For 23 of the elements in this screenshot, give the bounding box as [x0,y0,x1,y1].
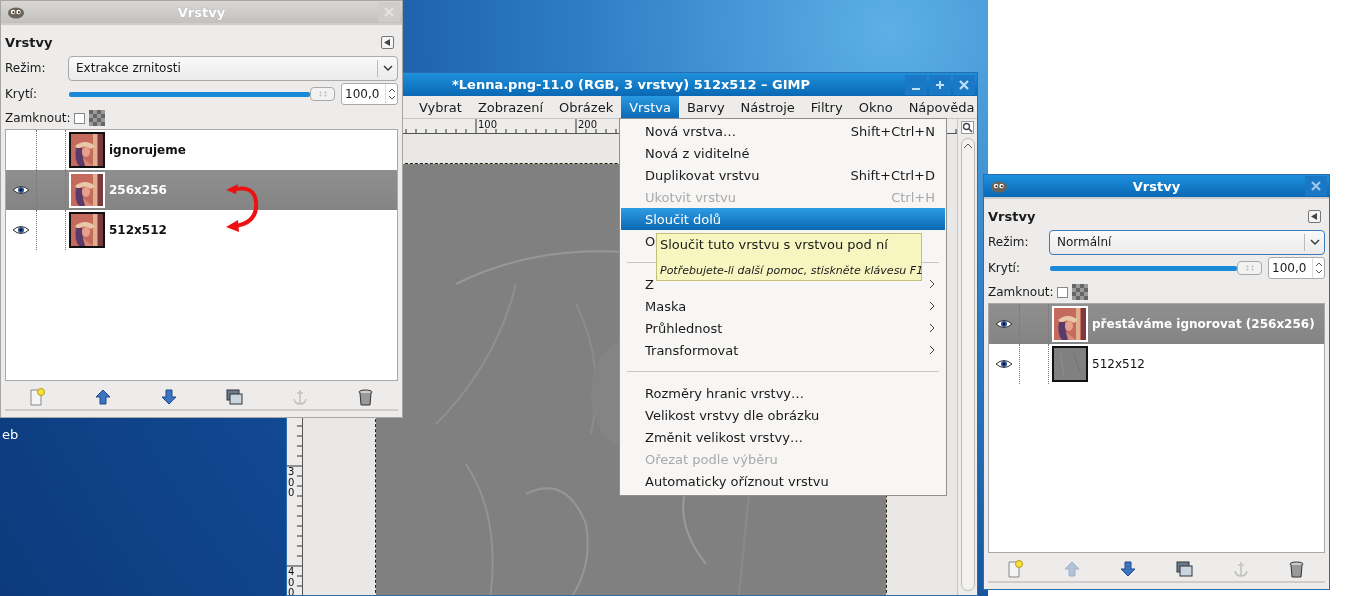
mode-label: Režim: [988,235,1030,249]
panel-title: Vrstvy [5,34,54,50]
lock-label: Zamknout: [988,285,1054,299]
tooltip-text: Sloučit tuto vrstvu s vrstvou pod ní [660,237,889,252]
layer-name: ignorujeme [109,143,186,157]
shortcut-text: Shift+Ctrl+N [850,123,935,139]
panel-title: Vrstvy [988,208,1037,224]
layer-name: přestáváme ignorovat (256x256) [1092,317,1315,331]
layer-name: 512x512 [109,223,167,237]
layer-name: 512x512 [1092,357,1145,371]
opacity-label: Krytí: [988,261,1021,275]
shortcut-text: Shift+Ctrl+D [850,167,935,183]
window-title: Vrstvy [1131,178,1182,194]
shortcut-text: Ctrl+H [891,189,935,205]
ruler-label: 300 [288,467,295,499]
window-title: *Lenna.png-11.0 (RGB, 3 vrstvy) 512x512 – GIMP [451,77,811,92]
ruler-label: 200 [578,120,598,130]
layer-name: 256x256 [109,183,167,197]
mode-label: Režim: [5,61,47,75]
lock-label: Zamknout: [5,111,71,125]
opacity-label: Krytí: [5,87,38,101]
window-title: Vrstvy [176,4,227,20]
ruler-label: 100 [478,120,498,130]
